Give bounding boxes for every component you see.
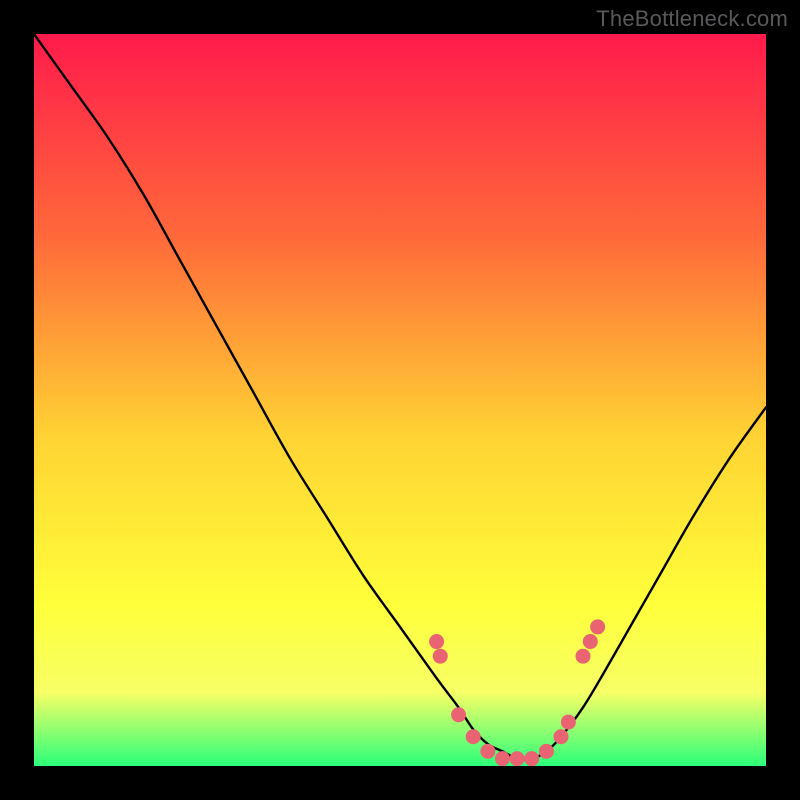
watermark-text: TheBottleneck.com <box>596 6 788 32</box>
marker-point <box>466 729 481 744</box>
marker-point <box>539 744 554 759</box>
marker-point <box>433 649 448 664</box>
marker-point <box>524 751 539 766</box>
marker-point <box>480 744 495 759</box>
bottleneck-chart <box>34 34 766 766</box>
marker-point <box>554 729 569 744</box>
marker-point <box>583 634 598 649</box>
chart-frame: TheBottleneck.com <box>0 0 800 800</box>
gradient-background <box>34 34 766 766</box>
marker-point <box>590 619 605 634</box>
marker-point <box>451 707 466 722</box>
marker-point <box>576 649 591 664</box>
marker-point <box>495 751 510 766</box>
marker-point <box>429 634 444 649</box>
marker-point <box>510 751 525 766</box>
marker-point <box>561 715 576 730</box>
